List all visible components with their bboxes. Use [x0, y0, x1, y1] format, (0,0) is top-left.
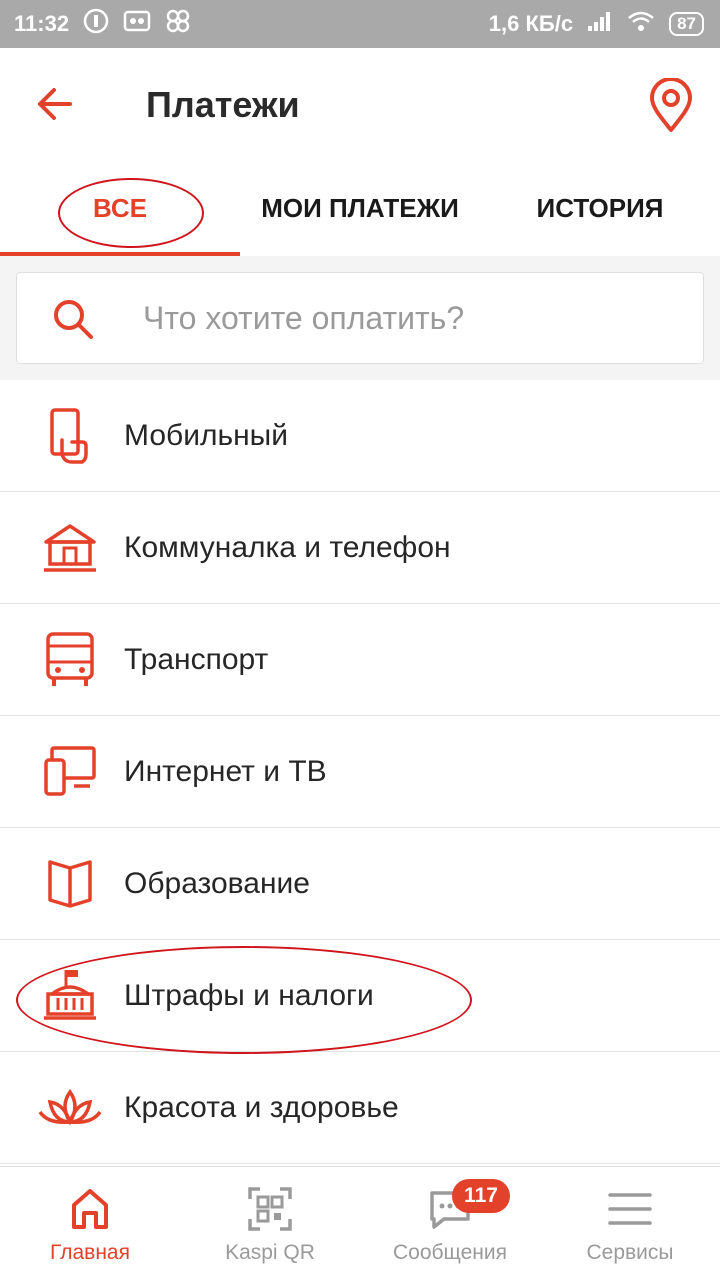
bottom-navigation: Главная Kaspi QR 117 Сообщения Сервисы — [0, 1166, 720, 1280]
annotation-circle-tab — [58, 178, 204, 248]
qr-code-icon — [248, 1187, 292, 1231]
search-area — [0, 256, 720, 380]
category-item-mobile[interactable]: Мобильный — [0, 380, 720, 492]
category-label: Интернет и ТВ — [124, 754, 327, 788]
status-time: 11:32 — [14, 11, 70, 36]
nav-home[interactable]: Главная — [0, 1167, 180, 1280]
nav-label: Главная — [50, 1241, 130, 1264]
category-label: Коммуналка и телефон — [124, 530, 451, 564]
network-speed: 1,6 КБ/с — [488, 11, 574, 36]
search-box[interactable] — [16, 272, 704, 364]
category-item-internet-tv[interactable]: Интернет и ТВ — [0, 716, 720, 828]
status-bar: 11:32 1,6 КБ/с 87 — [0, 0, 720, 48]
location-button[interactable] — [646, 77, 696, 134]
nav-label: Сервисы — [586, 1241, 674, 1264]
annotation-circle-fines — [16, 946, 472, 1054]
wifi-icon — [627, 10, 655, 38]
status-left: 11:32 — [14, 8, 191, 40]
messages-badge: 117 — [452, 1179, 510, 1213]
menu-icon — [608, 1193, 652, 1225]
tv-devices-icon — [44, 746, 96, 796]
tab-history[interactable]: ИСТОРИЯ — [480, 160, 720, 256]
voicemail-icon — [123, 10, 151, 38]
nav-label: Сообщения — [393, 1241, 507, 1264]
status-right: 1,6 КБ/с 87 — [489, 10, 704, 38]
category-item-utilities[interactable]: Коммуналка и телефон — [0, 492, 720, 604]
search-icon — [54, 300, 93, 339]
bus-icon — [46, 632, 94, 686]
location-pin-icon — [650, 77, 692, 132]
category-item-education[interactable]: Образование — [0, 828, 720, 940]
arrow-left-icon — [38, 88, 72, 120]
category-label: Красота и здоровье — [124, 1090, 399, 1124]
nav-kaspi-qr[interactable]: Kaspi QR — [180, 1167, 360, 1280]
home-icon — [72, 1189, 108, 1229]
page-title: Платежи — [146, 84, 300, 125]
category-label: Мобильный — [124, 418, 288, 452]
fan-icon — [165, 8, 191, 40]
notification-icon — [83, 8, 109, 40]
nav-label: Kaspi QR — [225, 1241, 315, 1264]
tab-my-payments[interactable]: МОИ ПЛАТЕЖИ — [240, 160, 480, 256]
category-item-transport[interactable]: Транспорт — [0, 604, 720, 716]
category-label: Транспорт — [124, 642, 269, 676]
back-button[interactable] — [30, 82, 82, 126]
signal-icon — [587, 10, 613, 38]
lotus-icon — [38, 1088, 102, 1126]
book-icon — [48, 860, 92, 908]
battery-indicator: 87 — [669, 12, 704, 36]
category-label: Образование — [124, 866, 310, 900]
app-header: Платежи — [0, 48, 720, 160]
house-icon — [44, 524, 96, 572]
nav-services[interactable]: Сервисы — [540, 1167, 720, 1280]
nav-messages[interactable]: 117 Сообщения — [360, 1167, 540, 1280]
search-input[interactable] — [143, 273, 683, 363]
mobile-phone-icon — [50, 408, 88, 464]
category-item-beauty-health[interactable]: Красота и здоровье — [0, 1052, 720, 1164]
